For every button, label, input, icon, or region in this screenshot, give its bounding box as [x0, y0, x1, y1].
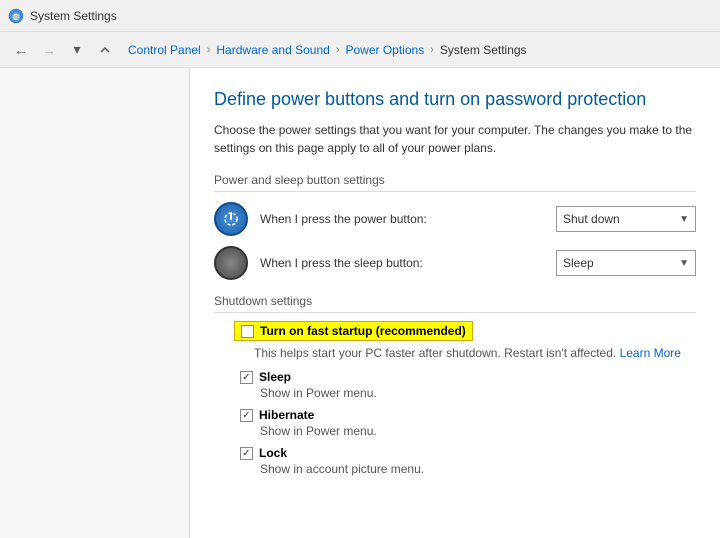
sleep-button-row: When I press the sleep button: Sleep ▼: [214, 246, 696, 280]
breadcrumb-hardware-sound[interactable]: Hardware and Sound: [212, 41, 333, 59]
power-dropdown-arrow: ▼: [679, 214, 689, 225]
power-button-dropdown[interactable]: Shut down ▼: [556, 206, 696, 232]
sleep-icon: [214, 246, 248, 280]
forward-button: →: [36, 37, 62, 63]
fast-startup-checkbox[interactable]: [241, 325, 254, 338]
up-button[interactable]: [92, 37, 118, 63]
main-container: Define power buttons and turn on passwor…: [0, 68, 720, 538]
hibernate-checkbox[interactable]: [240, 409, 253, 422]
fast-startup-row: Turn on fast startup (recommended): [234, 321, 696, 341]
svg-text:⚙: ⚙: [12, 12, 20, 22]
sleep-dropdown-arrow: ▼: [679, 258, 689, 269]
hibernate-label: Hibernate: [259, 408, 314, 422]
lock-checkbox[interactable]: [240, 447, 253, 460]
back-button[interactable]: ←: [8, 37, 34, 63]
sleep-row: Sleep: [240, 370, 696, 384]
hibernate-row: Hibernate: [240, 408, 696, 422]
hibernate-sub-desc: Show in Power menu.: [260, 424, 696, 438]
nav-bar: ← → ▾ Control Panel › Hardware and Sound…: [0, 32, 720, 68]
power-icon: [214, 202, 248, 236]
sleep-label: Sleep: [259, 370, 291, 384]
sleep-sub-desc: Show in Power menu.: [260, 386, 696, 400]
breadcrumb-system-settings: System Settings: [436, 41, 531, 59]
sidebar: [0, 68, 190, 538]
fast-startup-desc: This helps start your PC faster after sh…: [254, 345, 696, 362]
dropdown-button[interactable]: ▾: [64, 37, 90, 63]
app-icon: ⚙: [8, 8, 24, 24]
learn-more-link[interactable]: Learn More: [620, 346, 681, 360]
lock-row: Lock: [240, 446, 696, 460]
power-sleep-section-label: Power and sleep button settings: [214, 173, 696, 192]
fast-startup-label: Turn on fast startup (recommended): [260, 324, 466, 338]
power-button-row: When I press the power button: Shut down…: [214, 202, 696, 236]
breadcrumb: Control Panel › Hardware and Sound › Pow…: [124, 41, 531, 59]
page-title: Define power buttons and turn on passwor…: [214, 88, 696, 111]
lock-label: Lock: [259, 446, 287, 460]
power-button-label: When I press the power button:: [260, 212, 544, 226]
power-button-value: Shut down: [563, 212, 620, 226]
breadcrumb-control-panel[interactable]: Control Panel: [124, 41, 205, 59]
breadcrumb-power-options[interactable]: Power Options: [341, 41, 428, 59]
sleep-button-label: When I press the sleep button:: [260, 256, 544, 270]
sleep-checkbox[interactable]: [240, 371, 253, 384]
sleep-button-value: Sleep: [563, 256, 594, 270]
window-title: System Settings: [30, 9, 117, 23]
page-description: Choose the power settings that you want …: [214, 121, 694, 157]
breadcrumb-sep-1: ›: [207, 44, 211, 56]
content-area: Define power buttons and turn on passwor…: [190, 68, 720, 538]
lock-sub-desc: Show in account picture menu.: [260, 462, 696, 476]
shutdown-section-label: Shutdown settings: [214, 294, 696, 313]
sleep-button-dropdown[interactable]: Sleep ▼: [556, 250, 696, 276]
title-bar: ⚙ System Settings: [0, 0, 720, 32]
breadcrumb-sep-2: ›: [336, 44, 340, 56]
breadcrumb-sep-3: ›: [430, 44, 434, 56]
